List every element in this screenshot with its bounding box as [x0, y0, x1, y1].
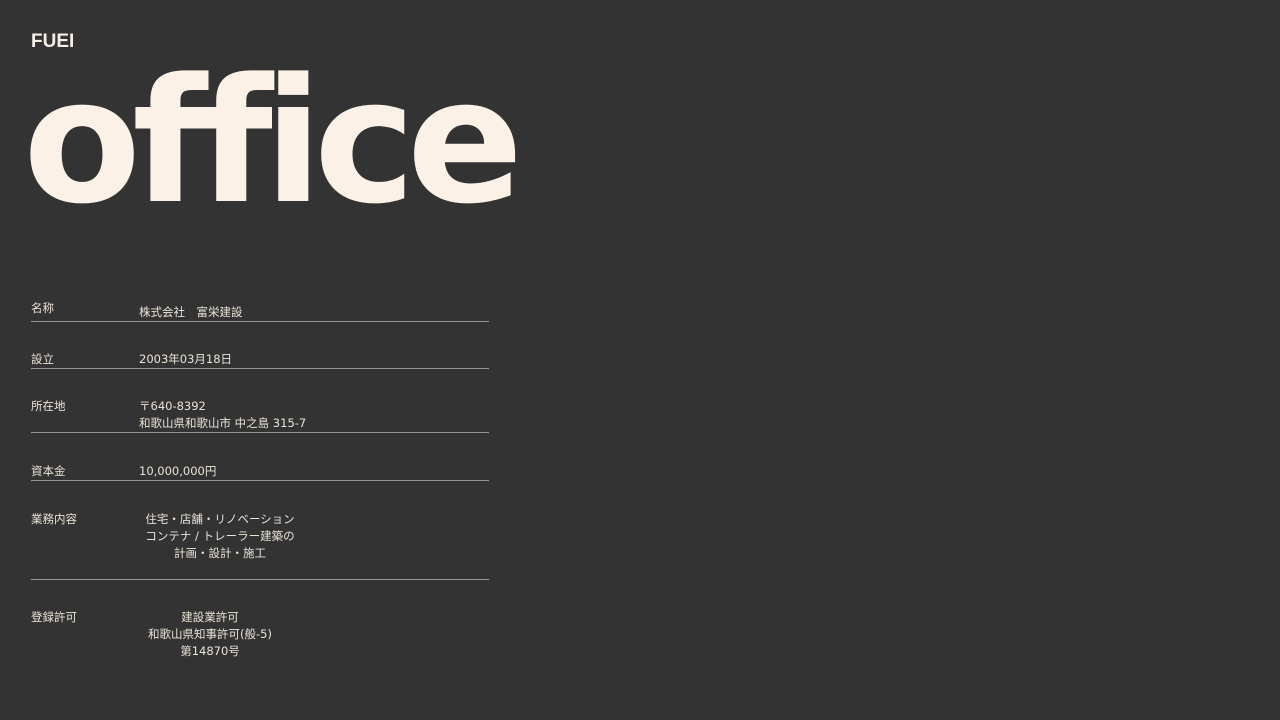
info-label: 業務内容: [31, 512, 77, 526]
info-value-line: 第14870号: [180, 644, 240, 658]
page-title: office: [23, 41, 523, 242]
info-value: 住宅・店舗・リノベーション コンテナ / トレーラー建築の 計画・設計・施工: [130, 511, 310, 562]
info-label: 設立: [31, 352, 54, 366]
info-value: 株式会社 富栄建設: [139, 304, 489, 321]
company-info-table: 名称 株式会社 富栄建設 設立 2003年03月18日 所在地 〒640-839…: [31, 300, 489, 660]
info-value-line: 2003年03月18日: [139, 352, 233, 366]
info-value-line: 住宅・店舗・リノベーション: [145, 512, 295, 526]
info-value-line: 株式会社 富栄建設: [139, 305, 243, 319]
info-label: 所在地: [31, 399, 66, 413]
info-value: 2003年03月18日: [139, 351, 489, 368]
info-value: 建設業許可 和歌山県知事許可(般-5) 第14870号: [130, 609, 290, 660]
info-label: 資本金: [31, 464, 66, 478]
info-row-name: 名称 株式会社 富栄建設: [31, 300, 489, 322]
info-row-business: 業務内容 住宅・店舗・リノベーション コンテナ / トレーラー建築の 計画・設計…: [31, 511, 489, 580]
info-row-capital: 資本金 10,000,000円: [31, 463, 489, 481]
info-row-address: 所在地 〒640-8392 和歌山県和歌山市 中之島 315-7: [31, 398, 489, 433]
info-value-line: 〒640-8392: [139, 399, 206, 413]
info-value-line: 和歌山県和歌山市 中之島 315-7: [139, 416, 307, 430]
info-value-line: 建設業許可: [181, 610, 239, 624]
info-value-line: 10,000,000円: [139, 464, 217, 478]
info-value-line: 計画・設計・施工: [174, 546, 266, 560]
info-value-line: コンテナ / トレーラー建築の: [145, 529, 295, 543]
info-value-line: 和歌山県知事許可(般-5): [148, 627, 272, 641]
info-row-established: 設立 2003年03月18日: [31, 351, 489, 369]
info-label: 登録許可: [31, 610, 77, 624]
info-value: 10,000,000円: [139, 463, 489, 480]
info-label: 名称: [31, 301, 54, 315]
info-row-license: 登録許可 建設業許可 和歌山県知事許可(般-5) 第14870号: [31, 609, 489, 660]
info-value: 〒640-8392 和歌山県和歌山市 中之島 315-7: [139, 398, 489, 432]
